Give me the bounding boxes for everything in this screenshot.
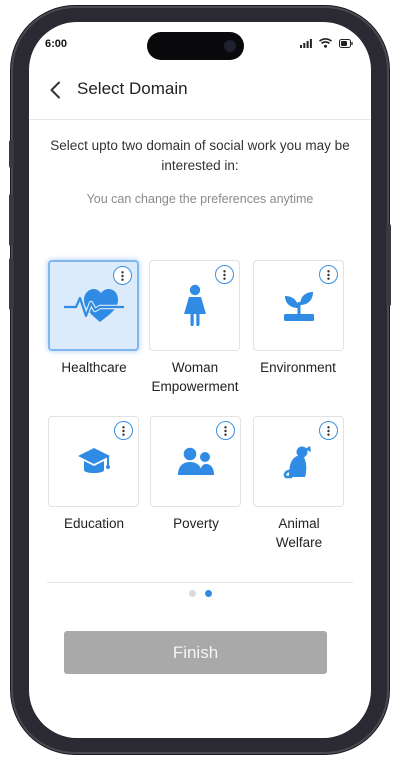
volume-up-button xyxy=(9,194,14,246)
domain-card-poverty[interactable] xyxy=(150,416,241,507)
more-vertical-icon xyxy=(224,425,227,436)
more-vertical-icon xyxy=(223,269,226,280)
more-vertical-icon xyxy=(327,269,330,280)
mute-switch xyxy=(9,140,14,168)
cellular-signal-icon xyxy=(300,38,312,48)
woman-icon xyxy=(183,284,206,326)
preferences-hint: You can change the preferences anytime xyxy=(86,192,314,206)
domain-info-button[interactable] xyxy=(113,266,132,285)
power-button xyxy=(386,224,391,306)
dynamic-island xyxy=(147,32,244,60)
domain-info-button[interactable] xyxy=(216,421,235,440)
volume-down-button xyxy=(9,258,14,310)
page-title: Select Domain xyxy=(77,79,188,98)
domain-info-button[interactable] xyxy=(215,265,234,284)
domain-card-environment[interactable] xyxy=(253,260,344,351)
domain-label-healthcare: Healthcare xyxy=(61,360,127,375)
domain-card-animal-welfare[interactable] xyxy=(253,416,344,507)
finish-button[interactable]: Finish xyxy=(64,631,327,674)
domain-label-woman-empowerment: Woman Empowerment xyxy=(151,360,239,394)
sprout-icon xyxy=(283,291,314,321)
domain-info-button[interactable] xyxy=(114,421,133,440)
more-vertical-icon xyxy=(121,270,124,281)
section-divider xyxy=(47,582,353,583)
domain-label-education: Education xyxy=(63,516,125,531)
page-dot-1[interactable] xyxy=(188,590,196,597)
domain-card-healthcare[interactable] xyxy=(48,260,139,351)
domain-label-environment: Environment xyxy=(260,360,336,375)
selection-prompt: Select upto two domain of social work yo… xyxy=(50,138,350,173)
dog-icon xyxy=(283,445,311,478)
domain-card-education[interactable] xyxy=(48,416,139,507)
status-time: 6:00 xyxy=(45,38,68,50)
domain-label-poverty: Poverty xyxy=(173,516,219,531)
app-header: Select Domain xyxy=(29,72,371,120)
people-icon xyxy=(177,447,214,475)
chevron-left-icon xyxy=(50,81,60,99)
page-indicator xyxy=(29,590,371,597)
domain-info-button[interactable] xyxy=(319,265,338,284)
domain-label-animal-welfare: Animal Welfare xyxy=(275,516,323,550)
page-dot-2[interactable] xyxy=(204,590,212,597)
wifi-icon xyxy=(319,38,332,48)
app-screen: 6:00 Select Domain Select upto two domai… xyxy=(29,22,371,738)
domain-card-woman-empowerment[interactable] xyxy=(149,260,240,351)
more-vertical-icon xyxy=(327,425,330,436)
status-bar: 6:00 xyxy=(29,22,371,68)
back-button[interactable] xyxy=(43,76,67,104)
more-vertical-icon xyxy=(122,425,125,436)
status-icons xyxy=(300,38,353,48)
heartbeat-icon xyxy=(63,288,124,322)
battery-icon xyxy=(339,38,353,48)
domain-info-button[interactable] xyxy=(319,421,338,440)
graduation-cap-icon xyxy=(77,447,110,473)
